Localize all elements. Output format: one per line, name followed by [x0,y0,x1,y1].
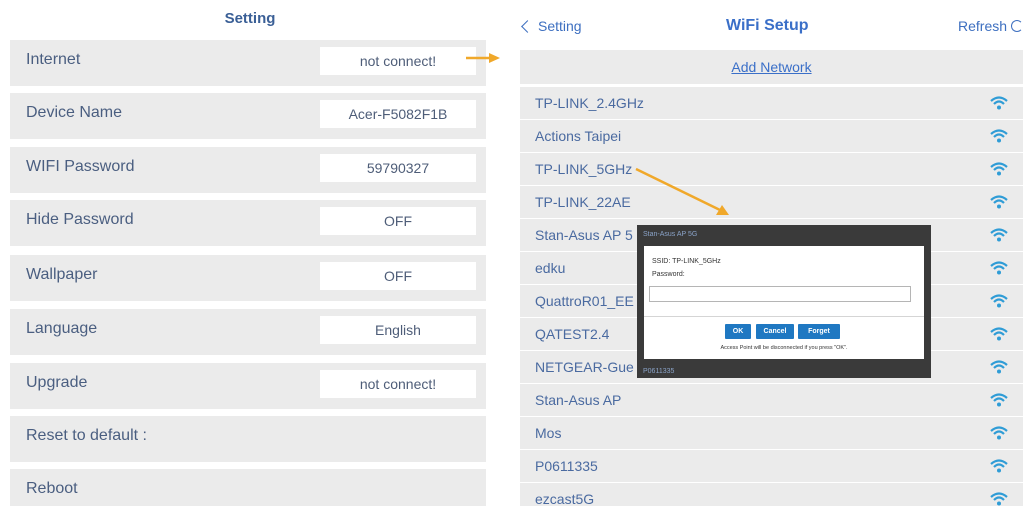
setting-row-internet[interactable]: Internet not connect! [10,40,486,86]
setting-row-upgrade[interactable]: Upgrade not connect! [10,363,486,409]
settings-title: Setting [224,10,276,27]
dialog-behind-text: Stan-Asus AP 5G [643,231,698,238]
wifi-network-name: P0611335 [535,458,598,474]
wifi-signal-icon [989,128,1009,144]
setting-value[interactable]: Acer-F5082F1B [320,100,476,128]
setting-value[interactable]: OFF [320,262,476,290]
setting-label: Device Name [26,104,123,121]
wifi-network-name: Mos [535,425,562,441]
wifi-network-name: Stan-Asus AP 5 [535,227,633,243]
wifi-signal-icon [989,227,1009,243]
refresh-icon [1011,20,1023,32]
dialog-divider [644,316,924,317]
page-title: WiFi Setup [726,17,809,34]
ok-button[interactable]: OK [725,324,751,339]
wifi-network-name: NETGEAR-Gue [535,359,634,375]
setting-value[interactable]: not connect! [320,370,476,398]
setting-label: Upgrade [26,374,88,391]
setting-label: Internet [26,51,81,68]
password-dialog: Stan-Asus AP 5G SSID: TP-LINK_5GHz Passw… [637,225,931,378]
wifi-signal-icon [989,326,1009,342]
add-network-link[interactable]: Add Network [731,59,811,75]
cancel-button[interactable]: Cancel [756,324,794,339]
setting-row-reboot[interactable]: Reboot [10,469,486,506]
dialog-note: Access Point will be disconnected if you… [720,345,848,351]
dialog-behind-text: P0611335 [643,368,675,375]
setting-row-language[interactable]: Language English [10,309,486,355]
wifi-network-name: TP-LINK_2.4GHz [535,95,644,111]
wifi-network-name: Actions Taipei [535,128,622,144]
wifi-network-row[interactable]: TP-LINK_5GHz [520,153,1023,185]
wifi-signal-icon [989,425,1009,441]
setting-value[interactable]: 59790327 [320,154,476,182]
wifi-network-row[interactable]: P0611335 [520,450,1023,482]
wifi-network-name: QATEST2.4 [535,326,610,342]
wifi-signal-icon [989,359,1009,375]
setting-row-reset-to-default[interactable]: Reset to default : [10,416,486,462]
wifi-network-row[interactable]: TP-LINK_2.4GHz [520,87,1023,119]
setting-label: Hide Password [26,211,134,228]
back-button[interactable]: Setting [520,18,582,34]
wifi-network-row[interactable]: ezcast5G [520,483,1023,506]
chevron-left-icon [521,20,534,33]
wifi-network-name: QuattroR01_EE [535,293,634,309]
wifi-network-row[interactable]: Mos [520,417,1023,449]
add-network-bar: Add Network [520,50,1023,84]
setting-row-hide-password[interactable]: Hide Password OFF [10,200,486,246]
wifi-network-name: ezcast5G [535,491,595,506]
password-input[interactable] [649,286,911,302]
setting-label: Reboot [26,480,78,497]
setting-value[interactable]: English [320,316,476,344]
password-label: Password: [652,271,685,278]
back-label: Setting [538,18,582,34]
setting-row-wallpaper[interactable]: Wallpaper OFF [10,255,486,301]
dialog-card: SSID: TP-LINK_5GHz Password: OK Cancel F… [644,246,924,359]
setting-row-wifi-password[interactable]: WIFI Password 59790327 [10,147,486,193]
refresh-label: Refresh [958,18,1008,34]
wifi-signal-icon [989,458,1009,474]
wifi-network-name: edku [535,260,566,276]
wifi-network-row[interactable]: TP-LINK_22AE [520,186,1023,218]
setting-label: Language [26,320,98,337]
wifi-signal-icon [989,161,1009,177]
refresh-button[interactable]: Refresh [958,18,1023,34]
wifi-signal-icon [989,260,1009,276]
wifi-signal-icon [989,491,1009,506]
setting-label: WIFI Password [26,158,135,175]
wifi-network-name: TP-LINK_22AE [535,194,631,210]
setting-value[interactable]: OFF [320,207,476,235]
setting-label: Reset to default : [26,427,147,444]
wifi-network-name: TP-LINK_5GHz [535,161,633,177]
setting-label: Wallpaper [26,266,98,283]
wifi-signal-icon [989,95,1009,111]
wifi-network-row[interactable]: Stan-Asus AP [520,384,1023,416]
wifi-network-row[interactable]: Actions Taipei [520,120,1023,152]
arrow-head [489,53,500,63]
setting-value[interactable]: not connect! [320,47,476,75]
wifi-signal-icon [989,194,1009,210]
wifi-signal-icon [989,293,1009,309]
wifi-signal-icon [989,392,1009,408]
wifi-network-name: Stan-Asus AP [535,392,622,408]
forget-button[interactable]: Forget [798,324,840,339]
setting-row-device-name[interactable]: Device Name Acer-F5082F1B [10,93,486,139]
dialog-ssid: SSID: TP-LINK_5GHz [652,258,721,265]
settings-panel: Setting Internet not connect! Device Nam… [0,0,490,506]
